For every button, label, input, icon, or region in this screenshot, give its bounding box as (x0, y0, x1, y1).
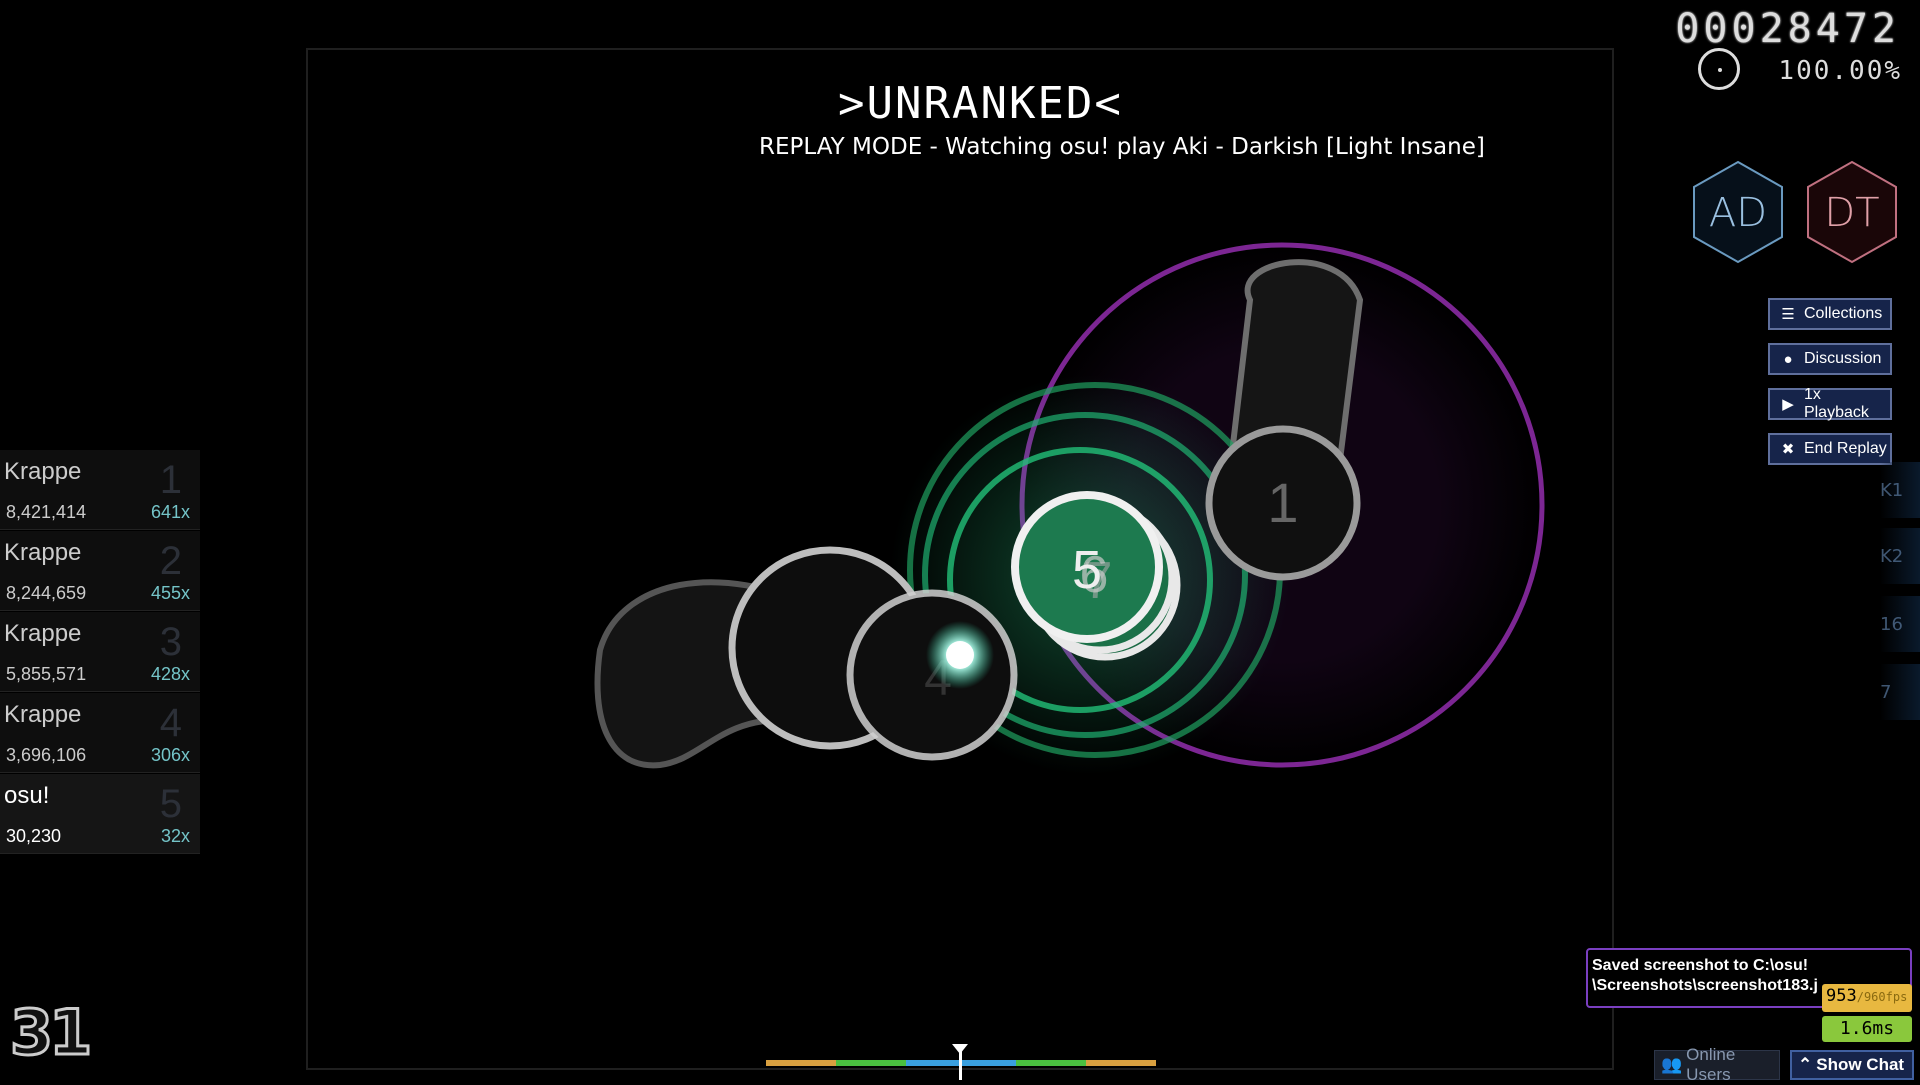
key-overlay-m1: 16 (1880, 596, 1920, 652)
mod-icon-dt: DT (1807, 160, 1897, 264)
player-combo: 428x (150, 664, 190, 684)
button-label: End Replay (1804, 440, 1887, 457)
rank-number: 1 (159, 458, 182, 502)
player-combo: 641x (150, 502, 190, 522)
player-name: Krappe (4, 539, 82, 566)
accuracy-display: 100.00% (1778, 56, 1902, 86)
button-label: Show Chat (1816, 1055, 1905, 1074)
player-combo: 455x (150, 583, 190, 603)
collections-button[interactable]: ☰ Collections (1768, 298, 1892, 330)
fps-value: 953 (1826, 986, 1857, 1006)
player-score: 8,244,659 (6, 583, 87, 603)
mod-icon-ad: AD (1693, 160, 1783, 264)
gameplay-canvas: 4 1 7 6 5 (594, 242, 1545, 775)
close-icon: ✖ (1781, 441, 1795, 458)
online-users-button[interactable]: 👥 Online Users (1654, 1045, 1780, 1084)
player-score: 5,855,571 (6, 664, 87, 684)
button-label: Collections (1804, 305, 1883, 322)
button-label: Discussion (1804, 350, 1882, 367)
frame-time-counter: 1.6ms (1822, 1016, 1912, 1042)
accuracy-pie-icon (1698, 48, 1740, 90)
mod-label: AD (1709, 190, 1767, 236)
rank-number: 5 (159, 782, 182, 826)
discussion-button[interactable]: ● Discussion (1768, 343, 1892, 375)
button-label: Online Users (1686, 1045, 1736, 1084)
rank-number: 4 (159, 701, 182, 745)
key-overlay-k1: K1 (1880, 462, 1920, 518)
combo-counter: 31 (8, 995, 93, 1071)
button-label: 1x Playback (1803, 386, 1869, 421)
notification-line: Saved screenshot to C:\osu! (1592, 957, 1809, 974)
end-replay-button[interactable]: ✖ End Replay (1768, 433, 1892, 465)
play-icon: ▶ (1782, 396, 1794, 413)
chevron-up-icon: ⌃ (1798, 1055, 1813, 1074)
player-score: 30,230 (6, 826, 62, 846)
hit-circle-number: 1 (1267, 471, 1298, 534)
player-name: osu! (4, 782, 50, 809)
show-chat-button[interactable]: ⌃ Show Chat (1790, 1050, 1914, 1080)
key-overlay-k2: K2 (1880, 528, 1920, 584)
hit-error-arrow-icon (952, 1044, 968, 1054)
replay-cursor (946, 641, 974, 669)
replay-mode-text: REPLAY MODE - Watching osu! play Aki - D… (759, 134, 1485, 160)
player-score: 3,696,106 (6, 745, 87, 765)
key-overlay-m2: 7 (1880, 664, 1920, 720)
fps-counter: 953/960fps (1822, 984, 1912, 1012)
player-name: Krappe (4, 620, 82, 647)
unranked-banner: >UNRANKED< (838, 78, 1123, 129)
player-score: 8,421,414 (6, 502, 87, 522)
fps-max: /960fps (1856, 990, 1908, 1004)
player-name: Krappe (4, 701, 82, 728)
leaderboard-entry: Krappe 3 5,855,571 428x (0, 612, 200, 692)
mod-label: DT (1824, 190, 1879, 236)
score-counter: 00028472 (1675, 6, 1900, 52)
users-icon: 👥 (1661, 1055, 1683, 1074)
leaderboard-entry: Krappe 2 8,244,659 455x (0, 531, 200, 611)
chat-bubble-icon: ● (1783, 350, 1793, 368)
player-name: Krappe (4, 458, 82, 485)
hit-circle-number: 5 (1072, 540, 1102, 600)
player-combo: 32x (160, 826, 190, 846)
rank-number: 3 (159, 620, 182, 664)
player-combo: 306x (150, 745, 190, 765)
rank-number: 2 (159, 539, 182, 583)
playback-speed-button[interactable]: ▶ 1x Playback (1768, 386, 1892, 421)
leaderboard-entry-current: osu! 5 30,230 32x (0, 774, 200, 854)
leaderboard-entry: Krappe 1 8,421,414 641x (0, 450, 200, 530)
list-icon: ☰ (1781, 306, 1795, 323)
leaderboard-entry: Krappe 4 3,696,106 306x (0, 693, 200, 773)
